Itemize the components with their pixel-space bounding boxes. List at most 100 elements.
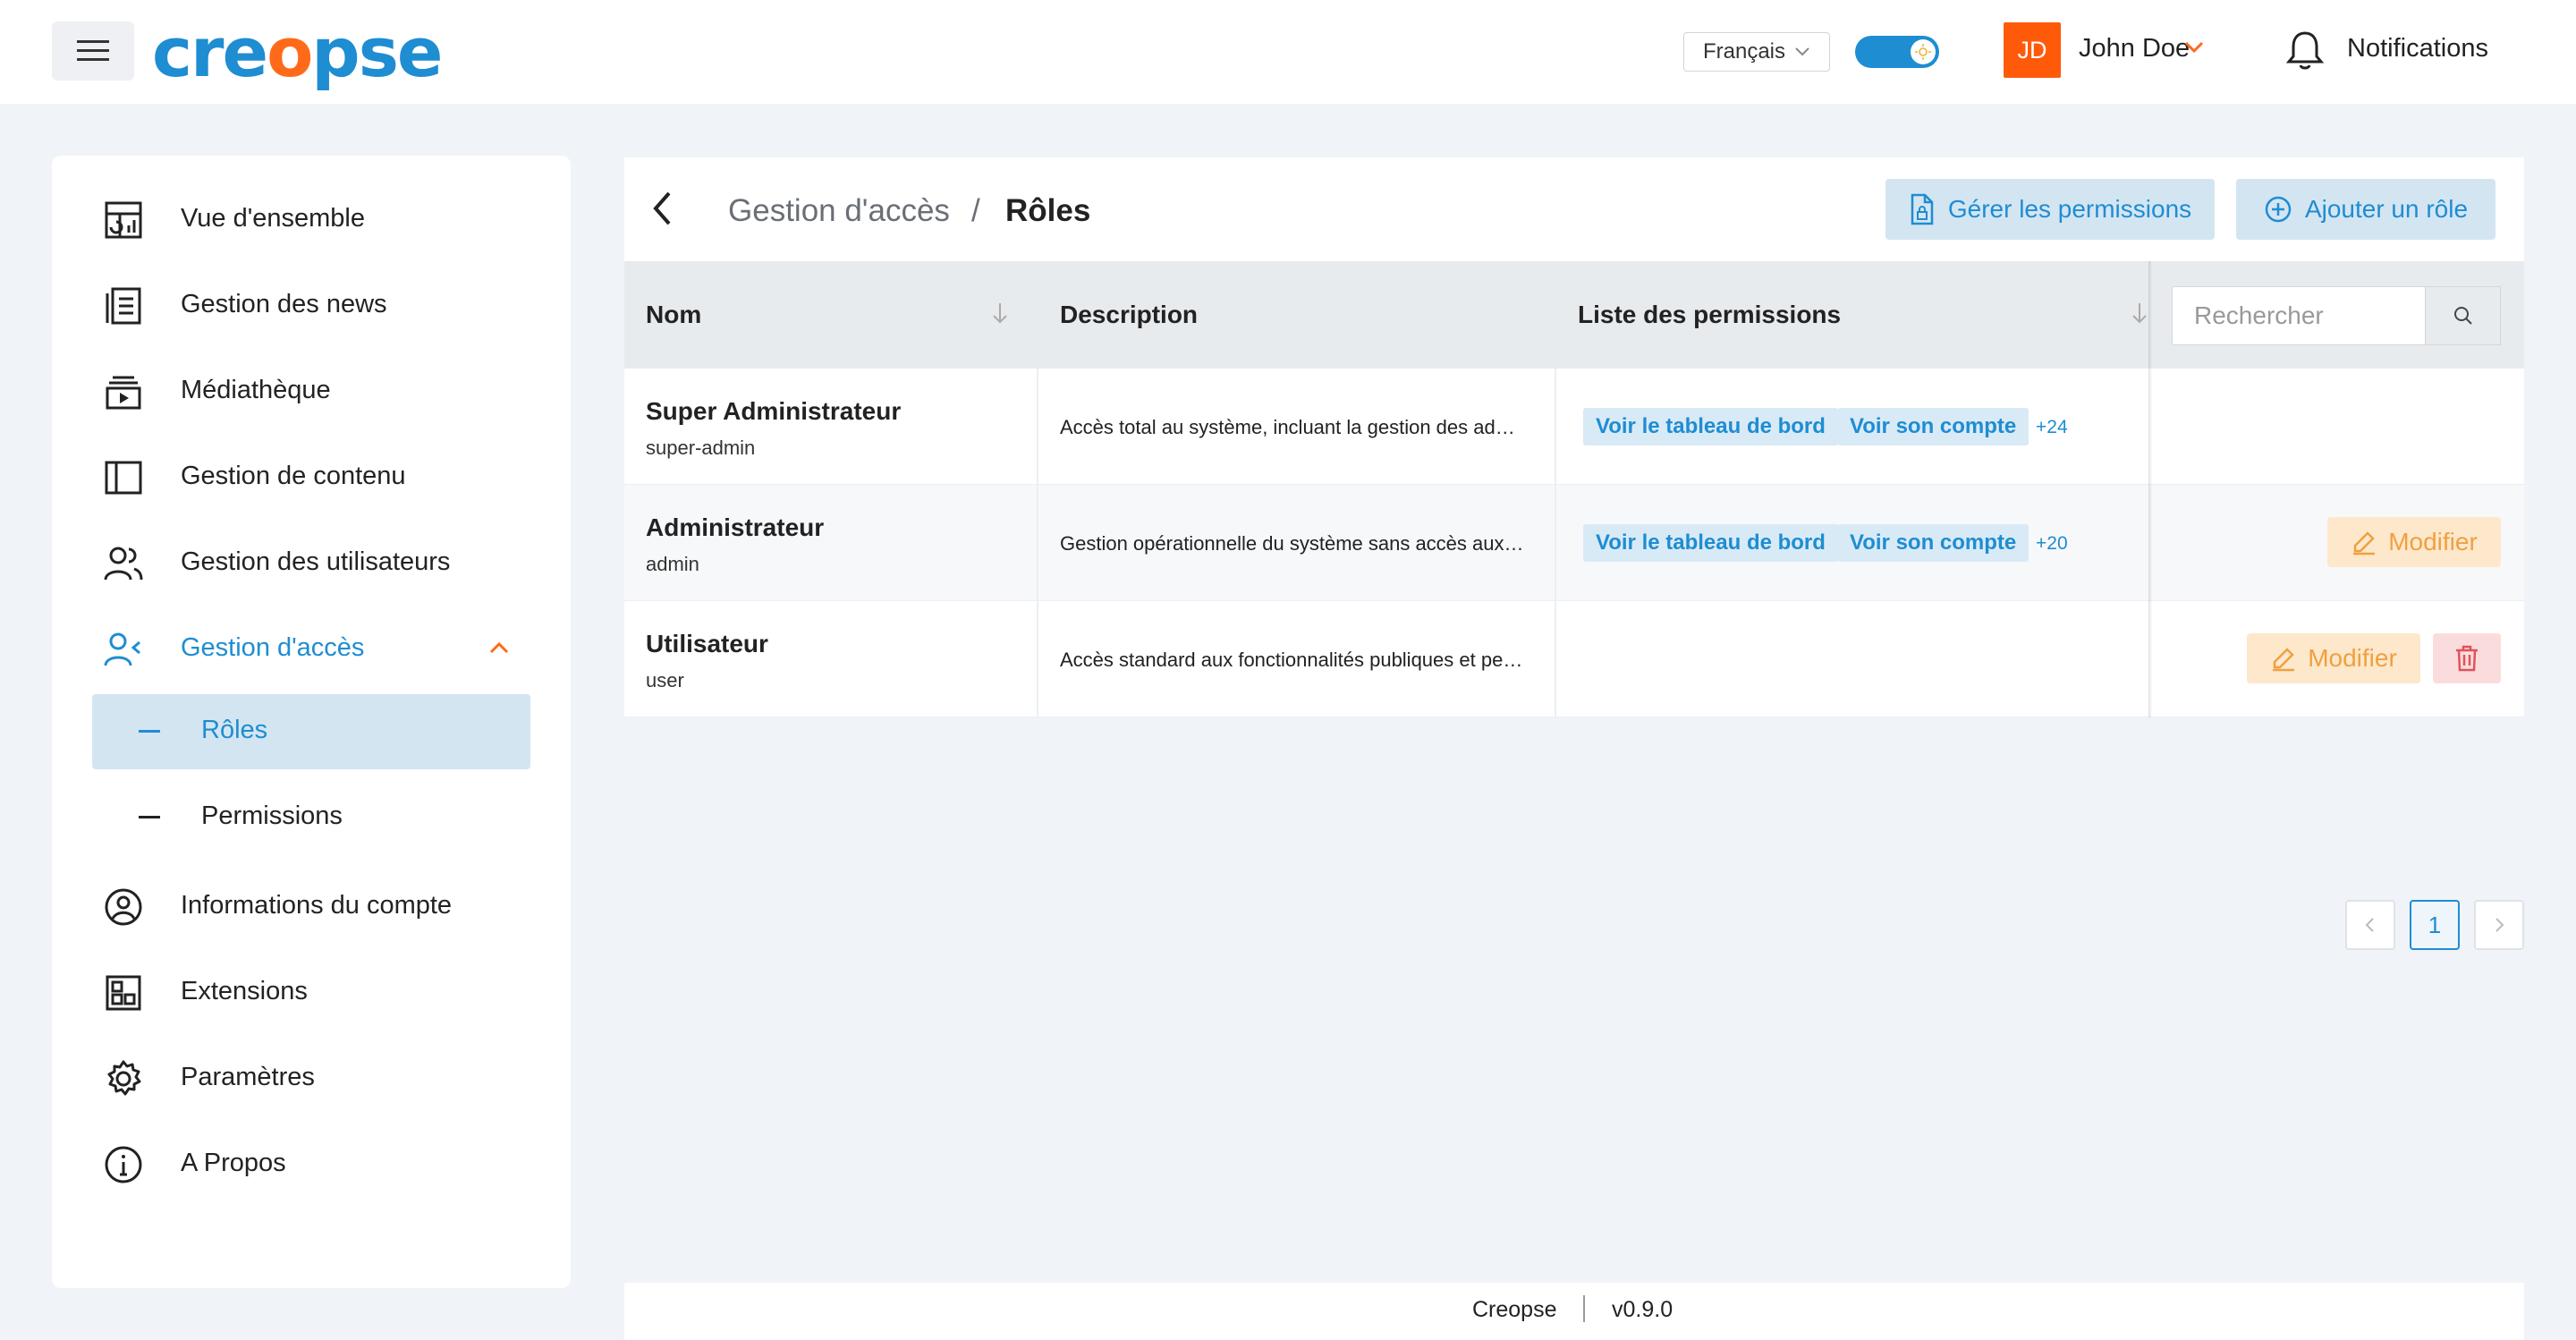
sidebar-item-extensions[interactable]: Extensions [52,959,571,1022]
app-logo[interactable]: creopse [152,13,443,93]
plus-circle-icon [2265,196,2292,223]
role-description: Accès total au système, incluant la gest… [1060,416,1525,438]
avatar[interactable]: JD [2004,22,2061,78]
sidebar-subitem-label: Rôles [201,716,268,744]
role-name: Administrateur [646,513,825,541]
menu-toggle-button[interactable] [52,21,134,81]
theme-toggle[interactable] [1855,36,1939,68]
footer-divider [1583,1295,1585,1322]
panel-header: Gestion d'accès / Rôles Gérer les permis… [624,157,2524,261]
column-divider [1555,601,1556,717]
account-icon [105,888,142,926]
edit-label: Modifier [2388,528,2478,556]
column-header-name[interactable]: Nom [646,301,701,329]
sidebar-subitem-permissions[interactable]: Permissions [92,780,530,855]
language-select[interactable]: Français [1683,32,1830,72]
sidebar-subitem-label: Permissions [201,801,343,830]
pencil-icon [2273,648,2295,672]
column-divider [1037,485,1038,601]
search-input[interactable]: Rechercher [2172,286,2426,345]
add-role-button[interactable]: Ajouter un rôle [2236,179,2496,240]
role-name: Utilisateur [646,630,768,657]
content-icon [105,461,142,495]
sidebar-item-label: Médiathèque [181,376,331,404]
sticky-column-shadow [2148,261,2152,717]
role-slug: user [646,669,684,691]
next-page-button[interactable] [2474,900,2524,950]
edit-label: Modifier [2308,644,2397,672]
sort-arrow-icon[interactable] [991,301,1009,326]
breadcrumb-separator: / [971,193,980,228]
file-lock-icon [1911,193,1934,225]
chevron-left-icon [2365,918,2374,932]
sidebar-item-label: Informations du compte [181,891,453,920]
sidebar-subitem-roles[interactable]: Rôles [92,694,530,769]
sidebar-item-label: Gestion d'accès [181,633,365,662]
sidebar-item-content[interactable]: Gestion de contenu [52,444,571,506]
permission-tag: Voir son compte [1837,524,2029,562]
column-header-description: Description [1060,301,1199,328]
sidebar-item-label: Paramètres [181,1063,315,1091]
top-bar: creopse Français JD John Doe Notificatio… [0,0,2576,104]
dash-icon [139,730,160,733]
sidebar-item-media[interactable]: Médiathèque [52,358,571,420]
role-slug: super-admin [646,437,756,459]
extensions-icon [106,975,141,1011]
hamburger-icon [77,40,109,61]
delete-button[interactable] [2433,633,2501,683]
manage-permissions-label: Gérer les permissions [1947,195,2192,223]
column-divider [1555,369,1556,485]
column-header-permissions[interactable]: Liste des permissions [1578,301,1841,329]
table-row: Utilisateur user Accès standard aux fonc… [624,601,2524,717]
footer-version: v0.9.0 [1612,1297,1674,1322]
sort-arrow-icon[interactable] [2131,301,2148,326]
prev-page-button[interactable] [2345,900,2395,950]
media-icon [106,376,141,410]
sidebar-item-access[interactable]: Gestion d'accès [52,615,571,678]
edit-button[interactable]: Modifier [2327,517,2501,567]
table-row: Super Administrateur super-admin Accès t… [624,369,2524,485]
sidebar-item-account[interactable]: Informations du compte [52,873,571,936]
role-description: Accès standard aux fonctionnalités publi… [1060,649,1525,671]
chevron-down-icon[interactable] [2184,41,2204,54]
search-icon [2453,307,2472,325]
page-number-button[interactable]: 1 [2410,900,2460,950]
chevron-down-icon [1795,47,1809,56]
sidebar-item-label: Gestion de contenu [181,462,406,490]
sidebar-item-settings[interactable]: Paramètres [52,1045,571,1107]
add-role-label: Ajouter un rôle [2304,195,2469,223]
breadcrumb-parent[interactable]: Gestion d'accès [728,193,950,229]
user-name[interactable]: John Doe [2079,34,2190,64]
sidebar-item-news[interactable]: Gestion des news [52,272,571,335]
manage-permissions-button[interactable]: Gérer les permissions [1885,179,2215,240]
chevron-up-icon[interactable] [488,640,510,655]
roles-panel: Gestion d'accès / Rôles Gérer les permis… [624,157,2524,950]
dash-icon [139,816,160,818]
sidebar-item-users[interactable]: Gestion des utilisateurs [52,530,571,592]
permission-tag: Voir le tableau de bord [1583,524,1838,562]
settings-icon [107,1060,141,1096]
sidebar: Vue d'ensemble Gestion des news Médiathè… [52,156,571,1288]
more-permissions-count[interactable]: +24 [2036,417,2068,438]
footer: Creopse v0.9.0 [624,1283,2524,1340]
column-divider [1555,485,1556,601]
bell-icon[interactable] [2284,29,2326,72]
page-title: Rôles [1005,193,1091,228]
table-row: Administrateur admin Gestion opérationne… [624,485,2524,601]
language-value: Français [1702,39,1786,64]
permission-tag: Voir le tableau de bord [1583,408,1838,445]
pencil-icon [2353,531,2376,556]
back-arrow-icon[interactable] [649,190,676,227]
column-divider [1037,369,1038,485]
sun-icon [1915,44,1931,60]
sidebar-item-label: Extensions [181,977,308,1005]
sidebar-item-overview[interactable]: Vue d'ensemble [52,186,571,249]
role-description: Gestion opérationnelle du système sans a… [1060,532,1525,555]
news-icon [106,287,141,325]
edit-button[interactable]: Modifier [2247,633,2420,683]
column-divider [1037,601,1038,717]
sidebar-item-about[interactable]: A Propos [52,1131,571,1193]
more-permissions-count[interactable]: +20 [2036,533,2068,555]
notifications-label[interactable]: Notifications [2347,34,2488,64]
search-button[interactable] [2426,286,2501,345]
